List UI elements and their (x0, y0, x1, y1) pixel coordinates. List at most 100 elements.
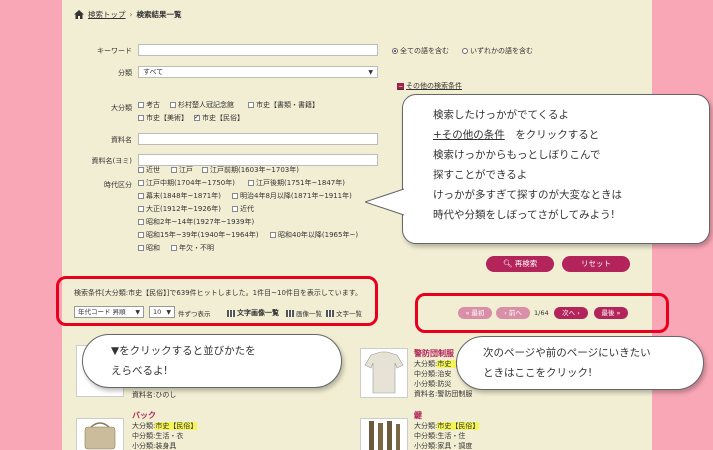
checkbox-icon (138, 219, 144, 225)
result-meta-shobunrui: 小分類:装身具 (132, 442, 177, 450)
other-conditions-label: その他の検索条件 (406, 82, 462, 90)
checkbox-era[interactable]: 昭和2年~14年(1927年~1939年) (138, 217, 254, 227)
checkbox-label: 杉村楚人冠記念館 (178, 101, 234, 109)
bubble-tail (365, 188, 405, 216)
tip-underlined-text: +その他の条件 (433, 129, 505, 141)
checkbox-era[interactable]: 幕末(1848年~1871年) (138, 191, 221, 201)
tip-line: 時代や分類をしぼってさがしてみよう! (433, 209, 615, 221)
checkbox-label: 江戸 (179, 166, 193, 174)
radio-all-label: 全ての語を含む (400, 47, 449, 55)
result-name-line: 資料名:ひのし (132, 391, 177, 399)
checkbox-era[interactable]: 明治4年8月以降(1871年~1911年) (232, 191, 352, 201)
checkbox-label: 昭和15年~39年(1940年~1964年) (146, 231, 259, 239)
checkbox-icon (138, 167, 144, 173)
breadcrumb-separator: › (129, 10, 133, 19)
checkbox-era[interactable]: 昭和 (138, 243, 160, 253)
result-thumbnail[interactable] (76, 418, 124, 450)
checkbox-era[interactable]: 近代 (232, 204, 254, 214)
checkbox-label: 昭和2年~14年(1927年~1939年) (146, 218, 255, 226)
result-title[interactable]: 鍵 (414, 410, 479, 421)
checkbox-icon (138, 232, 144, 238)
checkbox-icon (138, 206, 144, 212)
home-icon[interactable] (74, 10, 84, 19)
checkbox-kouko[interactable]: 考古 (138, 100, 160, 110)
checkbox-era[interactable]: 年欠・不明 (171, 243, 214, 253)
checkbox-era[interactable]: 江戸後期(1751年~1847年) (248, 178, 345, 188)
uniform-image (364, 351, 404, 394)
radio-dot-icon (392, 48, 398, 54)
tip-line: けっかが多すぎて探すのが大変なときは (433, 189, 622, 201)
shiryomei-label: 資料名 (111, 136, 132, 144)
category-highlight: 市史【民俗】 (437, 422, 480, 430)
result-thumbnail[interactable] (360, 418, 408, 450)
checkbox-era[interactable]: 近世 (138, 165, 160, 175)
tip-line: 検索したけっかがでてくるよ (433, 109, 569, 121)
result-item[interactable]: バック 大分類:市史【民俗】 中分類:生活・衣 小分類:装身具 (132, 410, 198, 450)
result-title[interactable]: バック (132, 410, 197, 421)
search-icon: 🔍︎ (502, 259, 513, 268)
checkbox-era[interactable]: 昭和40年以降(1965年~) (270, 230, 358, 240)
checkbox-era[interactable]: 江戸 (171, 165, 193, 175)
tip-line: ときはここをクリック! (483, 367, 593, 379)
checkbox-icon (138, 180, 144, 186)
breadcrumb-home-link[interactable]: 検索トップ (88, 9, 126, 20)
checkbox-icon (138, 115, 144, 121)
checkbox-shishi-bijutsu[interactable]: 市史【美術】 (138, 113, 188, 123)
tip-bubble-sort: ▼をクリックすると並びかたを えらべるよ! (82, 334, 342, 388)
tip-bubble-pager: 次のページや前のページにいきたい ときはここをクリック! (456, 336, 704, 390)
checkbox-icon (248, 180, 254, 186)
tip-line: えらべるよ! (111, 365, 168, 377)
keyword-input[interactable] (138, 44, 378, 56)
checkbox-label: 昭和40年以降(1965年~) (278, 231, 359, 239)
category-highlight: 市史【民俗】 (155, 422, 198, 430)
tip-bubble-main: 検索したけっかがでてくるよ +その他の条件 をクリックすると 検索けっかからもっ… (365, 94, 710, 244)
checkbox-icon (232, 206, 238, 212)
checkbox-era[interactable]: 江戸前期(1603年~1703年) (202, 165, 299, 175)
result-meta-daibunrui: 大分類:市史【民俗】 (132, 422, 198, 430)
radio-any-label: いずれかの語を含む (470, 47, 533, 55)
category-select[interactable]: すべて ▼ (138, 66, 378, 78)
breadcrumb-current: 検索結果一覧 (136, 10, 182, 19)
checkbox-icon (138, 102, 144, 108)
result-item[interactable]: 鍵 大分類:市史【民俗】 中分類:生活・住 小分類:家具・調度 (414, 410, 480, 450)
checkbox-label: 江戸中期(1704年~1750年) (146, 179, 235, 187)
result-meta-daibunrui: 大分類:市史【民俗】 (414, 422, 480, 430)
search-button[interactable]: 🔍︎ 再検索 (486, 256, 554, 272)
checkbox-label: 近世 (146, 166, 160, 174)
checkbox-icon (232, 193, 238, 199)
checkbox-label: 幕末(1848年~1871年) (146, 192, 221, 200)
checkbox-era[interactable]: 大正(1912年~1926年) (138, 204, 221, 214)
radio-all-words[interactable]: 全ての語を含む (392, 46, 449, 56)
checkbox-icon (138, 245, 144, 251)
checkbox-icon (138, 193, 144, 199)
bag-image (84, 422, 116, 450)
checkbox-era[interactable]: 江戸中期(1704年~1750年) (138, 178, 235, 188)
checkbox-label: 江戸前期(1603年~1703年) (210, 166, 299, 174)
result-thumbnail[interactable] (360, 348, 408, 398)
search-button-label: 再検索 (514, 259, 538, 268)
checkbox-shishi-shorui[interactable]: 市史【書類・書籍】 (248, 100, 319, 110)
reset-button[interactable]: リセット (562, 256, 630, 272)
highlight-box-pager (415, 293, 669, 333)
checkbox-label: 昭和 (146, 244, 160, 252)
checkbox-sugimura[interactable]: 杉村楚人冠記念館 (170, 100, 234, 110)
checkbox-icon (171, 167, 177, 173)
daibunrui-label: 大分類 (111, 104, 132, 112)
minus-icon: − (397, 82, 404, 90)
checkbox-shishi-minzoku[interactable]: 市史【民俗】 (194, 113, 244, 123)
other-conditions-link[interactable]: − その他の検索条件 (397, 81, 462, 91)
checkbox-icon (171, 245, 177, 251)
era-label: 時代区分 (104, 181, 132, 189)
result-meta-name: 資料名:警防団制服 (414, 390, 473, 398)
keyword-label: キーワード (97, 47, 132, 55)
checkbox-label: 明治4年8月以降(1871年~1911年) (240, 192, 352, 200)
checkbox-label: 近代 (240, 205, 254, 213)
shiryomei-input[interactable] (138, 133, 378, 145)
tip-text: をクリックすると (515, 129, 600, 141)
checkbox-label: 年欠・不明 (179, 244, 214, 252)
yomi-label: 資料名(ヨミ) (91, 157, 132, 165)
key-image (369, 421, 400, 450)
radio-any-words[interactable]: いずれかの語を含む (462, 46, 533, 56)
tip-line: 次のページや前のページにいきたい (483, 347, 651, 359)
checkbox-era[interactable]: 昭和15年~39年(1940年~1964年) (138, 230, 259, 240)
